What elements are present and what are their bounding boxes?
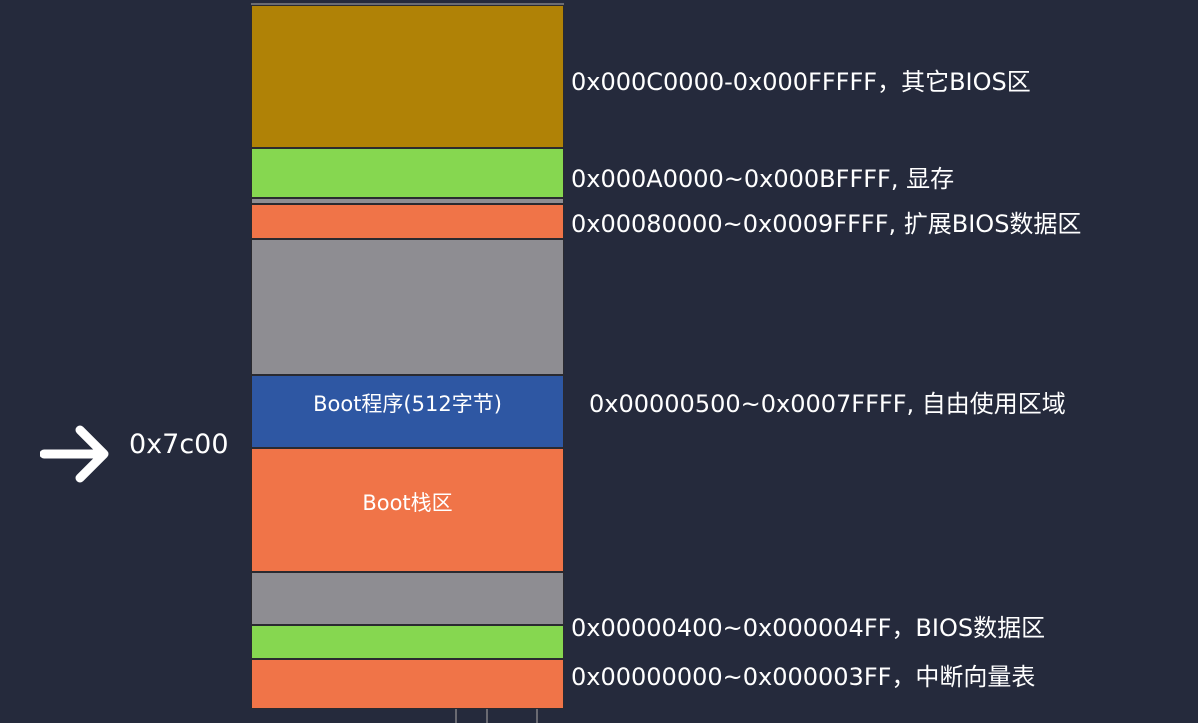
label-bios-data: 0x00000400~0x000004FF，BIOS数据区 [571,614,1046,642]
segment-bios-other [251,5,564,148]
segment-free-upper [251,239,564,375]
segment-extended-bios-data [251,204,564,239]
label-extended-bios-data: 0x00080000~0x0009FFFF, 扩展BIOS数据区 [571,210,1082,238]
segment-free-lower [251,572,564,625]
pointer-address: 0x7c00 [129,429,229,460]
arrow-right-icon [40,425,109,483]
label-video-memory: 0x000A0000~0x000BFFFF, 显存 [571,165,955,193]
bottom-tick [486,709,488,723]
bottom-tick [455,709,457,723]
label-free-area: 0x00000500~0x0007FFFF, 自由使用区域 [589,390,1066,418]
label-bios-other: 0x000C0000-0x000FFFFF，其它BIOS区 [571,68,1031,96]
segment-boot-stack: Boot栈区 [251,448,564,572]
bottom-tick [536,709,538,723]
segment-bios-data [251,625,564,659]
memory-map: Boot程序(512字节) Boot栈区 [251,5,564,709]
boot-stack-label: Boot栈区 [362,491,453,515]
boot-program-label: Boot程序(512字节) [313,392,502,416]
label-interrupt-vector-table: 0x00000000~0x000003FF，中断向量表 [571,663,1036,691]
segment-video-memory [251,148,564,198]
segment-interrupt-vector-table [251,659,564,709]
segment-boot-program: Boot程序(512字节) [251,375,564,448]
